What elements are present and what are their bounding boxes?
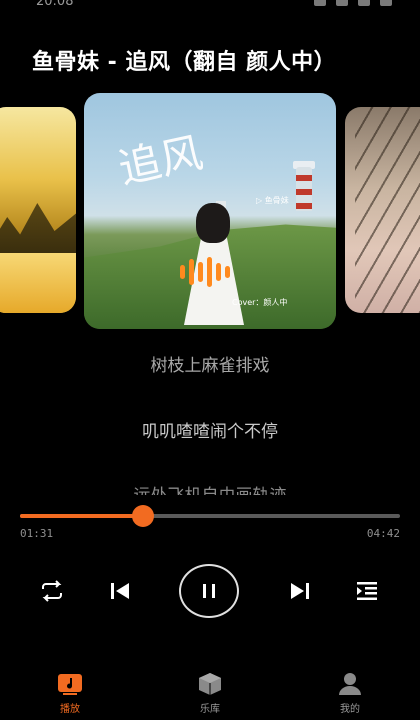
lighthouse bbox=[296, 167, 312, 211]
cover-credit: Cover：颜人中 bbox=[232, 298, 288, 307]
lyric-line: 远处飞机自由画轨迹 bbox=[0, 481, 420, 495]
pause-icon bbox=[203, 584, 215, 598]
skip-next-icon bbox=[291, 583, 309, 599]
progress-slider[interactable] bbox=[20, 505, 400, 527]
equalizer-icon bbox=[180, 257, 230, 287]
tab-play[interactable]: 播放 bbox=[30, 672, 110, 715]
next-button[interactable] bbox=[287, 578, 313, 604]
playlist-button[interactable] bbox=[353, 578, 381, 604]
album-cover-next[interactable] bbox=[345, 107, 420, 313]
current-time: 01:31 bbox=[20, 527, 54, 540]
music-note-icon bbox=[58, 674, 82, 695]
bottom-tab-bar: 播放 乐库 我的 bbox=[0, 660, 420, 720]
previous-button[interactable] bbox=[107, 578, 133, 604]
tab-profile[interactable]: 我的 bbox=[310, 672, 390, 715]
bluetooth-icon bbox=[314, 0, 326, 6]
tab-label: 播放 bbox=[60, 704, 80, 715]
box-icon bbox=[199, 673, 221, 695]
play-pause-button[interactable] bbox=[179, 564, 239, 618]
status-time: 20:08 bbox=[36, 0, 74, 9]
cover-calligraphy: 追风 bbox=[114, 127, 207, 194]
album-carousel[interactable]: 追风 ▷ 鱼骨妹 Cover：颜人中 bbox=[0, 93, 420, 329]
lyric-line-current: 叽叽喳喳闹个不停 bbox=[142, 422, 278, 442]
cloud-shape bbox=[0, 253, 76, 313]
lyric-line: 树枝上麻雀排戏 bbox=[150, 356, 270, 376]
skip-previous-icon bbox=[111, 583, 129, 599]
wifi-icon bbox=[336, 0, 348, 6]
total-time: 04:42 bbox=[366, 527, 400, 540]
status-bar: 20:08 bbox=[0, 0, 420, 14]
cover-tag: ▷ 鱼骨妹 bbox=[256, 196, 289, 205]
album-cover-previous[interactable] bbox=[0, 107, 76, 313]
song-title: 鱼骨妹 - 追风（翻自 颜人中） bbox=[32, 50, 337, 75]
tab-library[interactable]: 乐库 bbox=[170, 672, 250, 715]
branch-shape bbox=[355, 107, 420, 313]
signal-icon bbox=[358, 0, 370, 6]
playlist-icon bbox=[357, 582, 377, 600]
status-icons bbox=[314, 0, 392, 6]
tab-label: 乐库 bbox=[200, 704, 220, 715]
lyrics-panel[interactable]: 树枝上麻雀排戏 叽叽喳喳闹个不停 远处飞机自由画轨迹 bbox=[0, 343, 420, 495]
person-icon bbox=[339, 673, 361, 695]
progress-thumb[interactable] bbox=[132, 505, 154, 527]
girl-figure-hair bbox=[196, 203, 230, 243]
battery-icon bbox=[380, 0, 392, 6]
tab-label: 我的 bbox=[340, 704, 360, 715]
progress-fill bbox=[20, 514, 143, 518]
repeat-button[interactable] bbox=[38, 578, 66, 604]
album-cover-current[interactable]: 追风 ▷ 鱼骨妹 Cover：颜人中 bbox=[84, 93, 336, 329]
repeat-icon bbox=[42, 580, 62, 602]
playback-controls bbox=[0, 564, 420, 618]
